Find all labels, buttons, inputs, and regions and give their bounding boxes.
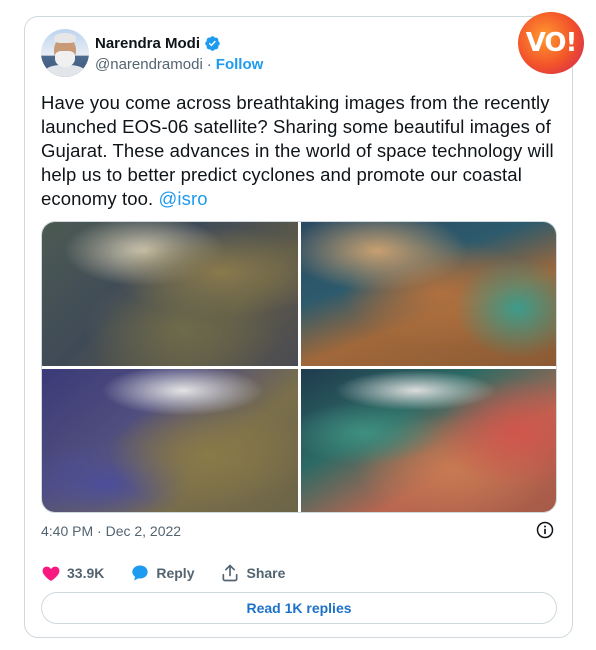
brand-logo-text: VO! bbox=[525, 28, 578, 58]
author-handle-row: @narendramodi · Follow bbox=[95, 56, 263, 73]
tweet-body: Have you come across breathtaking images… bbox=[41, 92, 554, 209]
heart-icon bbox=[42, 566, 60, 581]
satellite-image-3[interactable] bbox=[42, 368, 298, 512]
avatar[interactable] bbox=[41, 29, 89, 77]
media-grid bbox=[41, 221, 557, 513]
verified-badge-icon bbox=[205, 36, 220, 51]
action-bar: 33.9K Reply Share bbox=[41, 563, 311, 583]
share-icon bbox=[222, 564, 238, 582]
follow-button[interactable]: Follow bbox=[216, 56, 264, 73]
like-count: 33.9K bbox=[67, 565, 105, 581]
reply-button[interactable]: Reply bbox=[130, 563, 194, 583]
brand-logo: VO! bbox=[518, 12, 584, 74]
share-button[interactable]: Share bbox=[220, 563, 285, 583]
reply-bubble-icon bbox=[132, 565, 149, 581]
satellite-image-4[interactable] bbox=[300, 368, 556, 512]
timestamp[interactable]: 4:40 PM · Dec 2, 2022 bbox=[41, 523, 181, 539]
tweet-card: Narendra Modi @narendramodi · Follow Hav… bbox=[24, 16, 573, 638]
info-icon[interactable] bbox=[535, 520, 555, 540]
satellite-image-2[interactable] bbox=[300, 222, 556, 366]
separator-dot: · bbox=[206, 56, 212, 73]
satellite-image-1[interactable] bbox=[42, 222, 298, 366]
author-name[interactable]: Narendra Modi bbox=[95, 35, 200, 52]
author-handle[interactable]: @narendramodi bbox=[95, 56, 203, 73]
author-name-row: Narendra Modi bbox=[95, 35, 221, 52]
mention-link[interactable]: @isro bbox=[159, 188, 208, 209]
share-label: Share bbox=[246, 565, 286, 581]
like-button[interactable]: 33.9K bbox=[41, 563, 104, 583]
read-replies-button[interactable]: Read 1K replies bbox=[41, 592, 557, 624]
tweet-text: Have you come across breathtaking images… bbox=[41, 91, 561, 211]
reply-label: Reply bbox=[156, 565, 195, 581]
